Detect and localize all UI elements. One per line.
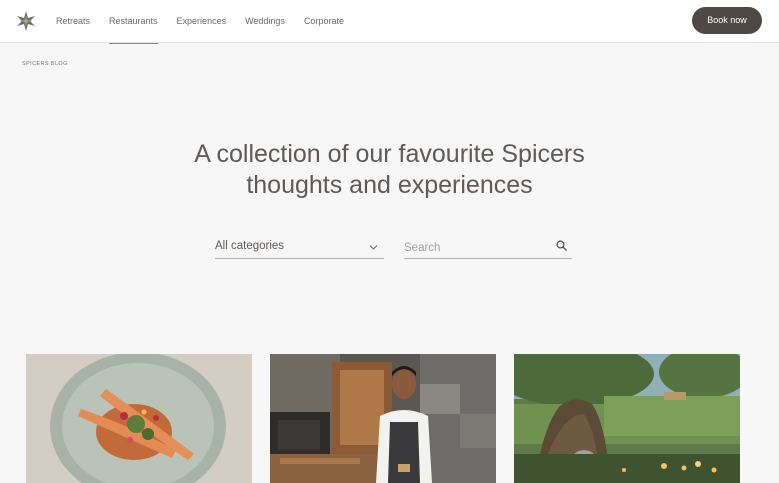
blog-card[interactable]: [514, 354, 740, 483]
blog-card[interactable]: [26, 354, 252, 483]
nav-item-weddings[interactable]: Weddings: [245, 0, 285, 43]
search-field: [404, 238, 572, 259]
nav-item-restaurants[interactable]: Restaurants: [109, 0, 158, 44]
chevron-down-icon: [369, 245, 378, 250]
site-header: Retreats Restaurants Experiences Wedding…: [0, 0, 779, 44]
blog-card[interactable]: [270, 354, 496, 483]
page-title-line-2: thoughts and experiences: [246, 171, 533, 199]
category-select[interactable]: All categories: [215, 239, 384, 259]
category-select-value: All categories: [215, 240, 285, 252]
main-nav: Retreats Restaurants Experiences Wedding…: [56, 0, 363, 44]
book-now-button[interactable]: Book now: [692, 7, 762, 34]
breadcrumb: SPICERS BLOG: [22, 61, 68, 67]
spicers-star-logo-icon[interactable]: [15, 10, 37, 32]
page-title: A collection of our favourite Spicers th…: [0, 139, 779, 201]
garden-tree-evening-photo: [514, 354, 740, 483]
nav-item-retreats[interactable]: Retreats: [56, 0, 90, 43]
chef-portrait-photo: [270, 354, 496, 483]
plated-dish-photo: [26, 354, 252, 483]
nav-item-experiences[interactable]: Experiences: [177, 0, 227, 43]
search-icon[interactable]: [556, 240, 567, 251]
search-input[interactable]: [404, 239, 549, 256]
page-title-line-1: A collection of our favourite Spicers: [194, 140, 585, 168]
nav-item-corporate[interactable]: Corporate: [304, 0, 344, 43]
